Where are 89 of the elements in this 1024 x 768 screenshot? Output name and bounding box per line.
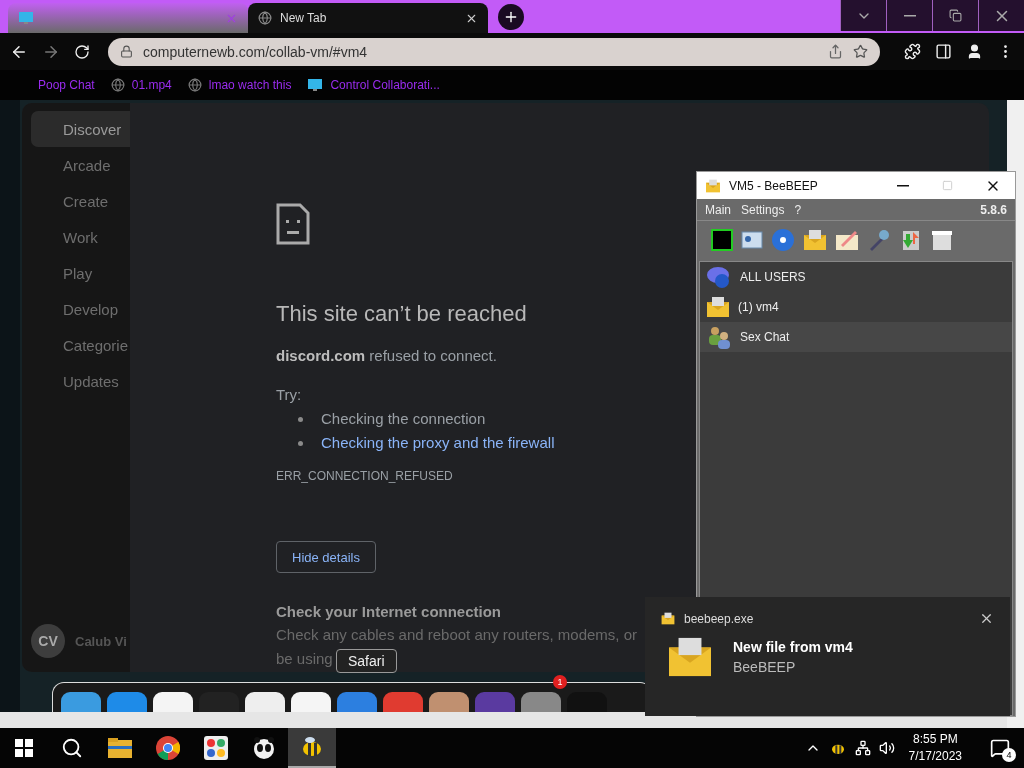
profile-icon[interactable] <box>966 43 983 60</box>
sad-page-icon <box>276 203 310 245</box>
search-icon <box>61 737 83 759</box>
share-icon[interactable] <box>828 44 843 59</box>
chat-item[interactable]: ALL USERS <box>700 262 1012 292</box>
minimize-icon <box>896 184 909 187</box>
extensions-icon[interactable] <box>904 43 921 60</box>
monitor-icon <box>18 10 34 26</box>
sidebar-item[interactable]: Develop <box>31 291 130 327</box>
notifications-button[interactable]: 4 <box>976 728 1024 768</box>
sidebar-item[interactable]: Work <box>31 219 130 255</box>
sidebar-item[interactable]: Create <box>31 183 130 219</box>
panda-icon <box>252 736 276 760</box>
chat-item[interactable]: (1) vm4 <box>700 292 1012 322</box>
network-icon[interactable] <box>854 740 871 756</box>
notification-body: BeeBEEP <box>733 659 797 675</box>
sidebar-item[interactable]: Arcade <box>31 147 130 183</box>
section-text: Check any cables and reboot any routers, modems, or <box>276 626 638 644</box>
suggestion-link[interactable]: Checking the proxy and the firewall <box>321 431 555 455</box>
sidebar-item[interactable]: Discover <box>31 111 130 147</box>
minimize-button[interactable] <box>886 0 932 31</box>
clock[interactable]: 8:55 PM 7/17/2023 <box>902 731 968 765</box>
chrome-icon <box>156 736 180 760</box>
minimize-icon <box>903 14 916 17</box>
box-icon[interactable] <box>931 229 953 251</box>
error-title: This site can’t be reached <box>276 301 527 327</box>
close-button[interactable] <box>978 0 1024 31</box>
restore-icon <box>949 9 962 22</box>
tab-search-button[interactable] <box>840 0 886 31</box>
lock-icon <box>120 45 133 58</box>
sidebar-item[interactable]: Play <box>31 255 130 291</box>
notification-badge: 1 <box>553 675 567 689</box>
side-panel-icon[interactable] <box>935 43 952 60</box>
profile-card-icon[interactable] <box>741 229 763 251</box>
bookmark[interactable]: 01.mp4 <box>110 78 172 92</box>
menu-item[interactable]: Settings <box>741 202 785 217</box>
tooltip: Safari <box>336 649 397 673</box>
sidebar-item[interactable]: Categorie <box>31 327 130 363</box>
error-code: ERR_CONNECTION_REFUSED <box>276 469 454 483</box>
write-message-icon[interactable] <box>835 229 859 251</box>
bookmark[interactable]: Control Collaborati... <box>307 77 440 93</box>
reload-icon[interactable] <box>74 43 90 60</box>
taskbar-app[interactable] <box>288 728 336 768</box>
globe-icon <box>187 78 202 92</box>
menu-item[interactable]: Main <box>705 202 731 217</box>
try-label: Try: <box>276 386 303 403</box>
version-label: 5.8.6 <box>980 202 1007 217</box>
details-button[interactable]: Hide details <box>276 541 376 573</box>
notification-title: New file from vm4 <box>733 639 853 655</box>
bookmark[interactable]: lmao watch this <box>187 78 292 92</box>
globe-icon <box>258 11 272 25</box>
bee-icon <box>300 735 324 759</box>
sidebar-item[interactable]: Updates <box>31 363 130 399</box>
new-tab-button[interactable] <box>498 4 524 30</box>
palette-icon <box>204 736 228 760</box>
volume-icon[interactable] <box>878 740 895 756</box>
user-name: Calub Vi <box>75 633 127 649</box>
star-icon[interactable] <box>853 44 868 59</box>
envelope-icon <box>706 296 730 318</box>
menu-item[interactable]: ? <box>794 202 802 217</box>
vm-icon[interactable] <box>711 229 733 251</box>
restore-button[interactable] <box>932 0 978 31</box>
section-text: be using <box>276 650 333 668</box>
section-title: Check your Internet connection <box>276 603 502 620</box>
envelope-icon <box>661 612 675 625</box>
window-title: VM5 - BeeBEEP <box>729 178 818 193</box>
globe-icon <box>110 78 125 92</box>
suggestion-text: Checking the connection <box>321 409 486 429</box>
avatar: CV <box>31 624 65 658</box>
users-bubble-icon <box>706 265 732 289</box>
windows-logo-icon <box>15 739 33 757</box>
browser-tab[interactable]: New Tab <box>248 3 488 33</box>
error-message: discord.com refused to connect. <box>276 347 498 364</box>
envelope-icon <box>705 178 721 193</box>
monitor-icon <box>307 77 324 93</box>
message-icon <box>990 738 1010 758</box>
notification-count: 4 <box>1002 748 1016 762</box>
address-bar[interactable]: computernewb.com/collab-vm/#vm4 <box>108 37 880 66</box>
envelope-icon[interactable] <box>803 229 827 251</box>
bookmark[interactable]: Poop Chat <box>38 78 95 92</box>
plus-icon <box>503 9 519 25</box>
app-name: beebeep.exe <box>684 611 754 626</box>
folder-icon <box>108 738 132 758</box>
people-icon <box>706 325 732 349</box>
envelope-icon <box>667 636 713 678</box>
broadcast-icon[interactable] <box>771 228 795 252</box>
maximize-icon <box>942 180 953 191</box>
close-icon[interactable] <box>979 611 994 626</box>
chat-item[interactable]: Sex Chat <box>700 322 1012 352</box>
